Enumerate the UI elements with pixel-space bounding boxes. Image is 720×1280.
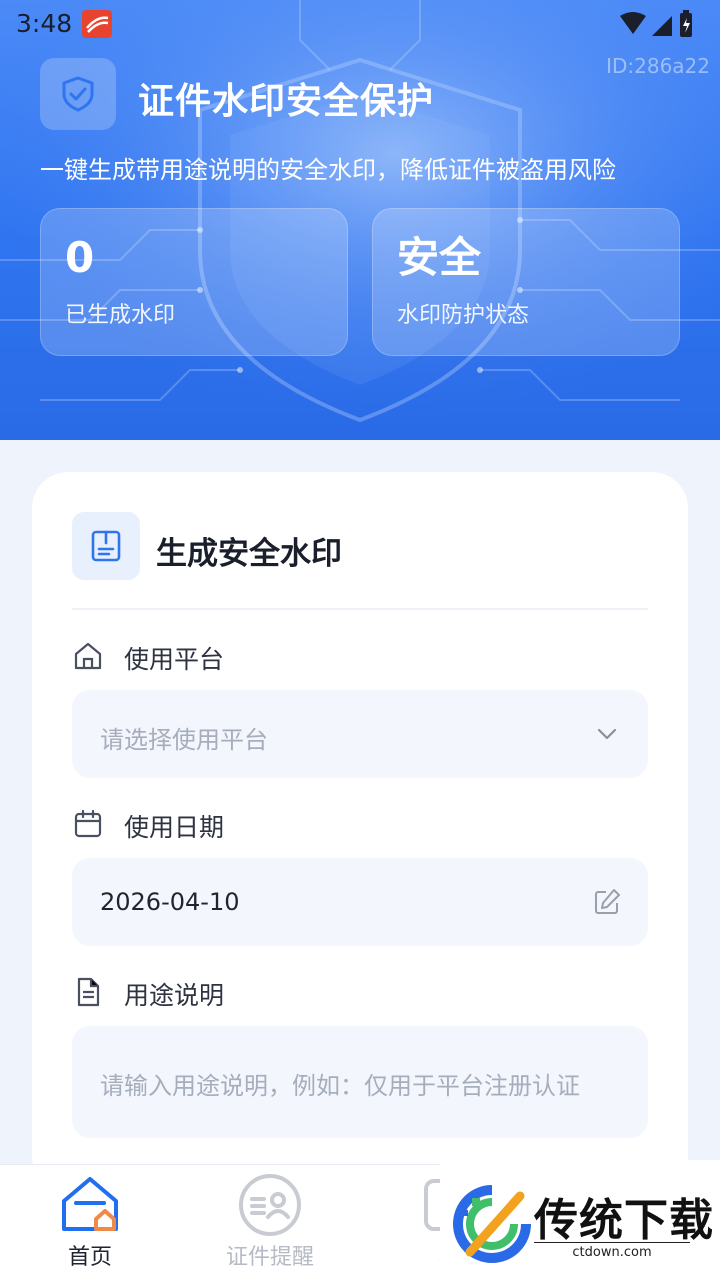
page-subtitle: 一键生成带用途说明的安全水印，降低证件被盗用风险 bbox=[40, 156, 616, 184]
edit-icon[interactable] bbox=[592, 887, 622, 917]
date-value: 2026-04-10 bbox=[100, 888, 240, 916]
site-watermark-overlay: 传统下载 ctdown.com bbox=[440, 1160, 720, 1280]
platform-label: 使用平台 bbox=[124, 645, 225, 674]
wifi-icon bbox=[620, 12, 646, 34]
stat-card-status: 安全 水印防护状态 bbox=[372, 208, 680, 356]
stat-card-generated: 0 已生成水印 bbox=[40, 208, 348, 356]
stat-label: 已生成水印 bbox=[65, 303, 176, 328]
chevron-down-icon bbox=[597, 728, 617, 740]
section-title: 生成安全水印 bbox=[156, 536, 342, 572]
id-card-icon bbox=[239, 1174, 301, 1236]
status-time: 3:48 bbox=[16, 9, 73, 38]
purpose-textarea[interactable]: 请输入用途说明，例如：仅用于平台注册认证 bbox=[72, 1026, 648, 1138]
home-icon bbox=[62, 1177, 118, 1231]
tab-label: 证件提醒 bbox=[225, 1245, 314, 1270]
tab-label: 首页 bbox=[67, 1245, 112, 1270]
watermark-url: ctdown.com bbox=[534, 1242, 690, 1260]
device-id-tag: ID:286a22 bbox=[606, 54, 710, 78]
home-icon bbox=[74, 642, 102, 670]
purpose-placeholder: 请输入用途说明，例如：仅用于平台注册认证 bbox=[100, 1072, 580, 1100]
platform-label-row: 使用平台 bbox=[72, 638, 472, 674]
document-icon bbox=[91, 530, 121, 562]
stat-value: 0 bbox=[65, 233, 95, 282]
date-label-row: 使用日期 bbox=[72, 806, 472, 842]
date-input[interactable]: 2026-04-10 bbox=[72, 858, 648, 946]
date-label: 使用日期 bbox=[124, 813, 225, 842]
signal-icon bbox=[652, 16, 672, 36]
stat-label: 水印防护状态 bbox=[397, 303, 530, 328]
watermark-form-card: 生成安全水印 使用平台 请选择使用平台 使用日期 2026-04-10 用途说明… bbox=[32, 472, 688, 1192]
page-title: 证件水印安全保护 bbox=[138, 81, 435, 122]
status-indicators bbox=[576, 10, 696, 40]
purpose-label-row: 用途说明 bbox=[72, 974, 472, 1010]
notification-app-icon bbox=[82, 10, 112, 38]
stat-value: 安全 bbox=[397, 233, 482, 282]
platform-select[interactable]: 请选择使用平台 bbox=[72, 690, 648, 778]
hero-banner: 3:48 ID:286a22 证件水印安全保护 一键生成带用途说明的安全水印，降… bbox=[0, 0, 720, 440]
battery-icon bbox=[680, 10, 692, 37]
calendar-icon bbox=[74, 809, 102, 838]
shield-check-icon bbox=[62, 76, 94, 112]
shield-icon-box bbox=[40, 58, 116, 130]
tab-home[interactable]: 首页 bbox=[0, 1165, 180, 1280]
platform-placeholder: 请选择使用平台 bbox=[100, 726, 268, 754]
purpose-label: 用途说明 bbox=[124, 981, 225, 1010]
ctdown-logo-icon bbox=[453, 1185, 531, 1263]
file-text-icon bbox=[77, 977, 100, 1007]
document-icon-box bbox=[72, 512, 140, 580]
watermark-brand-name: 传统下载 bbox=[534, 1195, 714, 1246]
status-bar: 3:48 bbox=[0, 0, 720, 50]
tab-id-reminder[interactable]: 证件提醒 bbox=[180, 1165, 360, 1280]
divider bbox=[72, 608, 648, 610]
